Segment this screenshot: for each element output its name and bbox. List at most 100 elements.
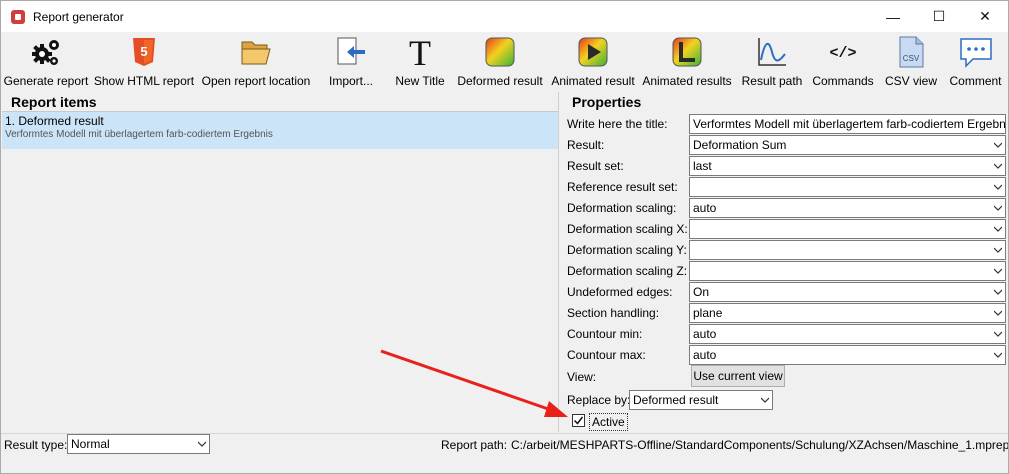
chevron-down-icon [994,184,1002,190]
animated-result-icon [576,35,610,69]
toolbar-label: Animated results [642,74,732,88]
chevron-down-icon [198,441,206,447]
result-type-value: Normal [71,437,110,451]
report-generator-window: Report generator — ☐ ✕ Generate report 5… [0,0,1009,474]
comment-icon [959,35,993,69]
property-label: Reference result set: [567,180,678,194]
svg-text:T: T [409,35,431,69]
property-select[interactable]: last [689,156,1006,176]
property-label: Result: [567,138,605,152]
property-label: Section handling: [567,306,660,320]
close-button[interactable]: ✕ [962,1,1008,32]
property-label: Deformation scaling Y: [567,243,687,257]
active-checkbox[interactable] [572,414,585,427]
toolbar-label: Comment [949,74,1002,88]
chevron-down-icon [994,289,1002,295]
window-title: Report generator [33,9,124,24]
open-report-location-button[interactable]: Open report location [197,32,315,91]
toolbar-label: Open report location [201,74,311,88]
animated-result-button[interactable]: Animated result [547,32,639,91]
minimize-button[interactable]: — [870,1,916,32]
property-label: Undeformed edges: [567,285,673,299]
chevron-down-icon [994,310,1002,316]
animated-results-button[interactable]: Animated results [639,32,735,91]
toolbar-label: Import... [328,74,373,88]
result-path-icon [755,35,789,69]
property-select[interactable]: On [689,282,1006,302]
property-select[interactable] [689,240,1006,260]
title-input[interactable]: Verformtes Modell mit überlagertem farb-… [689,114,1006,134]
svg-text:5: 5 [140,44,147,59]
gears-icon [29,35,63,69]
report-items-heading: Report items [2,92,558,112]
deformed-result-icon [483,35,517,69]
replace-by-label: Replace by: [567,393,631,407]
property-select[interactable]: auto [689,324,1006,344]
list-item[interactable]: 1. Deformed result Verformtes Modell mit… [2,112,558,149]
import-button[interactable]: Import... [315,32,387,91]
checkmark-icon [573,416,584,425]
view-label: View: [567,370,597,384]
property-select[interactable]: Deformation Sum [689,135,1006,155]
maximize-button[interactable]: ☐ [916,1,962,32]
property-select[interactable]: auto [689,198,1006,218]
csv-file-icon: CSV [894,35,928,69]
property-label: Deformation scaling X: [567,222,688,236]
chevron-down-icon [994,268,1002,274]
result-type-label: Result type: [4,438,68,452]
generate-report-button[interactable]: Generate report [1,32,91,91]
active-label: Active [589,413,628,431]
properties-panel: Properties Write here the title: Verformt… [563,92,1008,432]
property-select[interactable]: plane [689,303,1006,323]
chevron-down-icon [761,397,769,403]
property-value: auto [693,201,717,215]
toolbar-label: New Title [395,74,445,88]
property-value: auto [693,348,717,362]
property-label: Write here the title: [567,117,668,131]
toolbar-label: Deformed result [457,74,543,88]
property-value: plane [693,306,723,320]
toolbar-label: Show HTML report [93,74,195,88]
chevron-down-icon [994,226,1002,232]
folder-open-icon [239,35,273,69]
report-path-value: C:/arbeit/MESHPARTS-Offline/StandardComp… [511,438,1008,452]
report-item-title: 1. Deformed result [5,114,104,128]
property-value: Verformtes Modell mit überlagertem farb-… [693,117,1006,131]
chevron-down-icon [994,163,1002,169]
title-T-icon: T [403,35,437,69]
deformed-result-button[interactable]: Deformed result [453,32,547,91]
result-type-select[interactable]: Normal [67,434,210,454]
report-items-panel: Report items 1. Deformed result Verformt… [2,92,559,432]
result-path-button[interactable]: Result path [735,32,809,91]
property-label: Result set: [567,159,624,173]
property-select[interactable] [689,177,1006,197]
property-value: auto [693,327,717,341]
report-item-subtitle: Verformtes Modell mit überlagertem farb-… [5,129,273,140]
toolbar-label: CSV view [884,74,937,88]
property-value: On [693,285,710,299]
replace-by-select[interactable]: Deformed result [629,390,773,410]
new-title-button[interactable]: T New Title [387,32,453,91]
chevron-down-icon [994,352,1002,358]
csv-view-button[interactable]: CSV CSV view [877,32,945,91]
show-html-report-button[interactable]: 5 Show HTML report [91,32,197,91]
chevron-down-icon [994,331,1002,337]
property-select[interactable]: auto [689,345,1006,365]
property-select[interactable] [689,261,1006,281]
svg-text:</>: </> [829,45,856,62]
toolbar: Generate report 5 Show HTML report Open … [1,32,1008,91]
comment-button[interactable]: Comment [945,32,1006,91]
property-select[interactable] [689,219,1006,239]
use-current-view-button[interactable]: Use current view [691,365,785,387]
commands-button[interactable]: </> Commands [809,32,877,91]
toolbar-label: Animated result [551,74,635,88]
toolbar-label: Generate report [3,74,89,88]
property-label: Deformation scaling Z: [567,264,688,278]
title-bar: Report generator — ☐ ✕ [1,1,1008,32]
property-label: Countour min: [567,327,643,341]
import-icon [334,35,368,69]
status-bar: Result type: Normal Report path: C:/arbe… [1,433,1008,454]
property-label: Deformation scaling: [567,201,677,215]
animated-results-icon [670,35,704,69]
html5-icon: 5 [127,35,161,69]
